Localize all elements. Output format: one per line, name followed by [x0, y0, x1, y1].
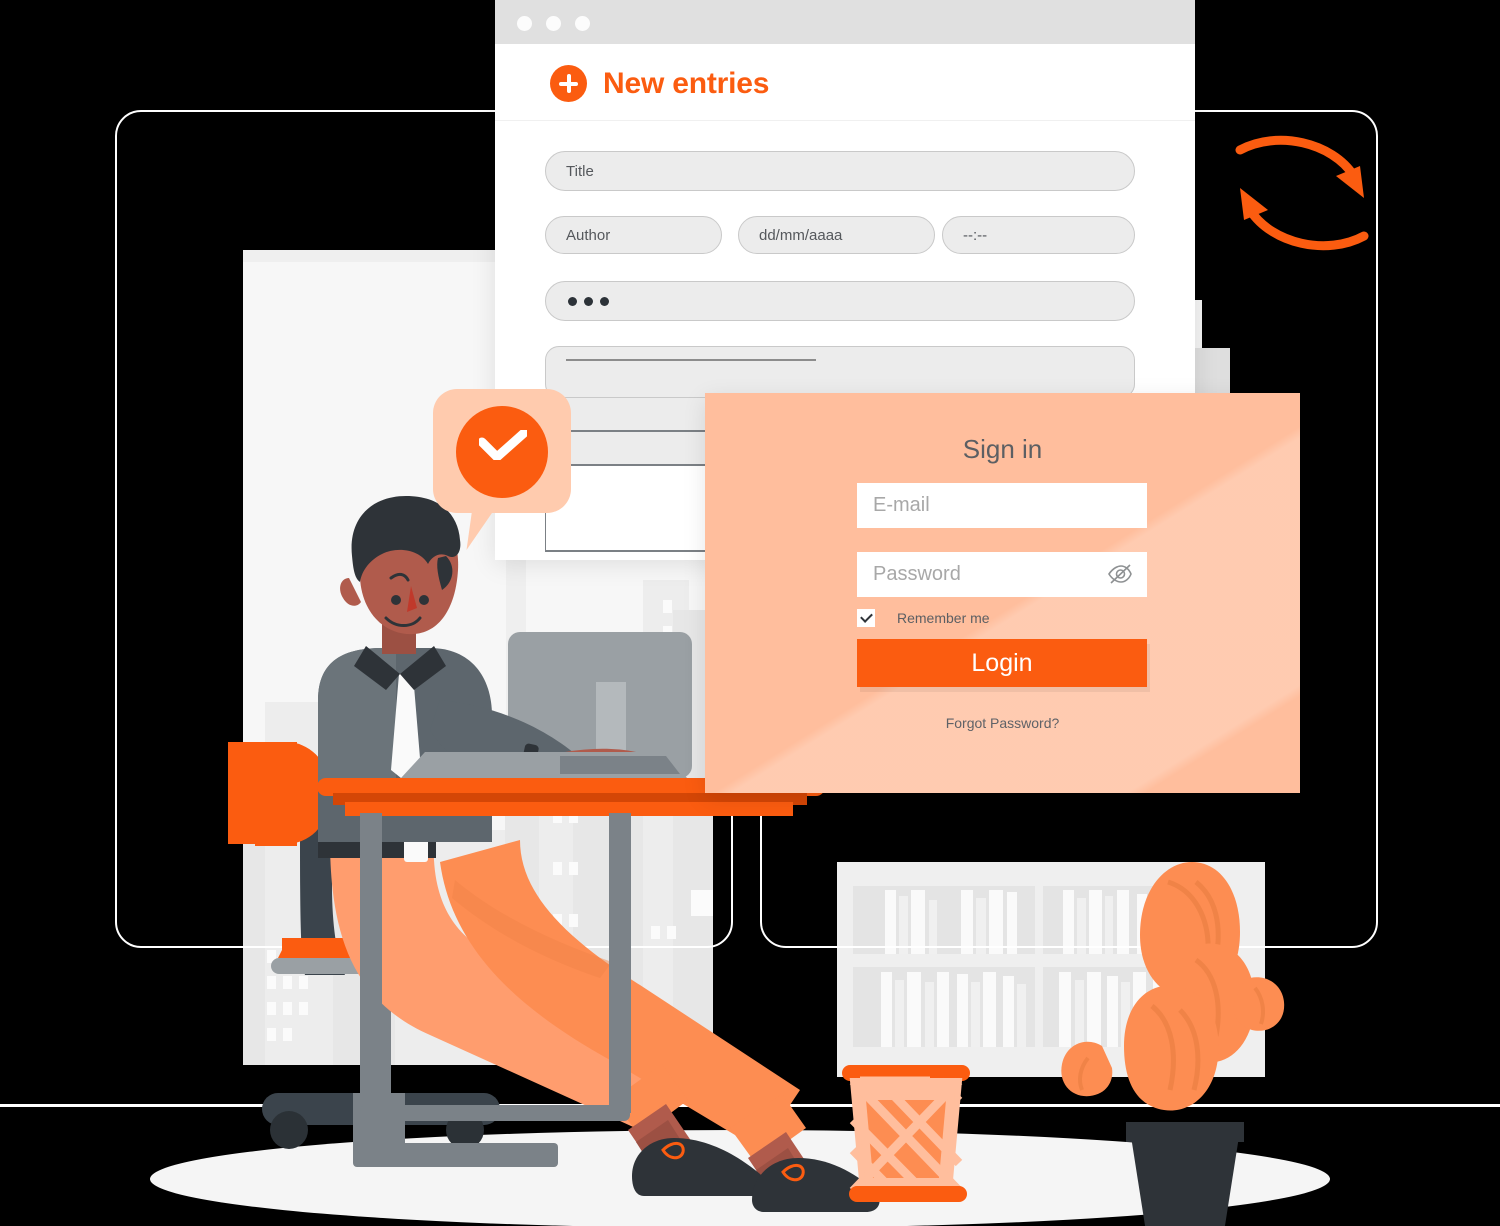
page-title: New entries: [603, 67, 770, 100]
signin-title: Sign in: [962, 434, 1043, 464]
remember-me-checkbox[interactable]: [857, 609, 875, 627]
minimize-icon[interactable]: [546, 16, 561, 31]
sync-arrows-icon: [1235, 135, 1369, 251]
password-placeholder: Password: [873, 563, 961, 585]
email-field[interactable]: E-mail: [857, 483, 1147, 528]
close-icon[interactable]: [517, 16, 532, 31]
author-input-placeholder: Author: [566, 226, 611, 244]
eye-off-icon[interactable]: [1107, 563, 1133, 585]
title-input-placeholder: Title: [566, 162, 594, 180]
date-input[interactable]: dd/mm/aaaa: [738, 216, 935, 254]
time-input-placeholder: --:--: [963, 226, 988, 244]
maximize-icon[interactable]: [575, 16, 590, 31]
author-input[interactable]: Author: [545, 216, 722, 254]
time-input[interactable]: --:--: [942, 216, 1135, 254]
ellipsis-dot-icon: [600, 296, 609, 306]
options-input[interactable]: [545, 281, 1135, 321]
password-field[interactable]: Password: [857, 552, 1147, 597]
illustration-canvas: New entries Title Author dd/mm/aaaa --:-…: [0, 0, 1500, 1226]
forgot-password-link[interactable]: Forgot Password?: [705, 715, 1300, 731]
remember-me-row[interactable]: Remember me: [857, 609, 990, 627]
floor-shadow: [150, 1130, 1330, 1226]
date-input-placeholder: dd/mm/aaaa: [759, 226, 843, 244]
window-titlebar: [495, 0, 1195, 44]
body-textarea[interactable]: [545, 346, 1135, 398]
window-header: New entries: [495, 44, 1195, 121]
login-button[interactable]: Login: [857, 639, 1147, 687]
floor-line: [0, 1104, 1500, 1107]
remember-me-label: Remember me: [897, 610, 990, 626]
email-placeholder: E-mail: [873, 494, 930, 516]
text-line: [566, 359, 816, 361]
plus-circle-icon[interactable]: [550, 65, 587, 102]
title-input[interactable]: Title: [545, 151, 1135, 191]
signin-card: Sign in E-mail Password Remember me Logi…: [705, 393, 1300, 793]
ellipsis-dot-icon: [568, 296, 577, 306]
check-mark-icon: [479, 430, 527, 460]
ellipsis-dot-icon: [584, 296, 593, 306]
